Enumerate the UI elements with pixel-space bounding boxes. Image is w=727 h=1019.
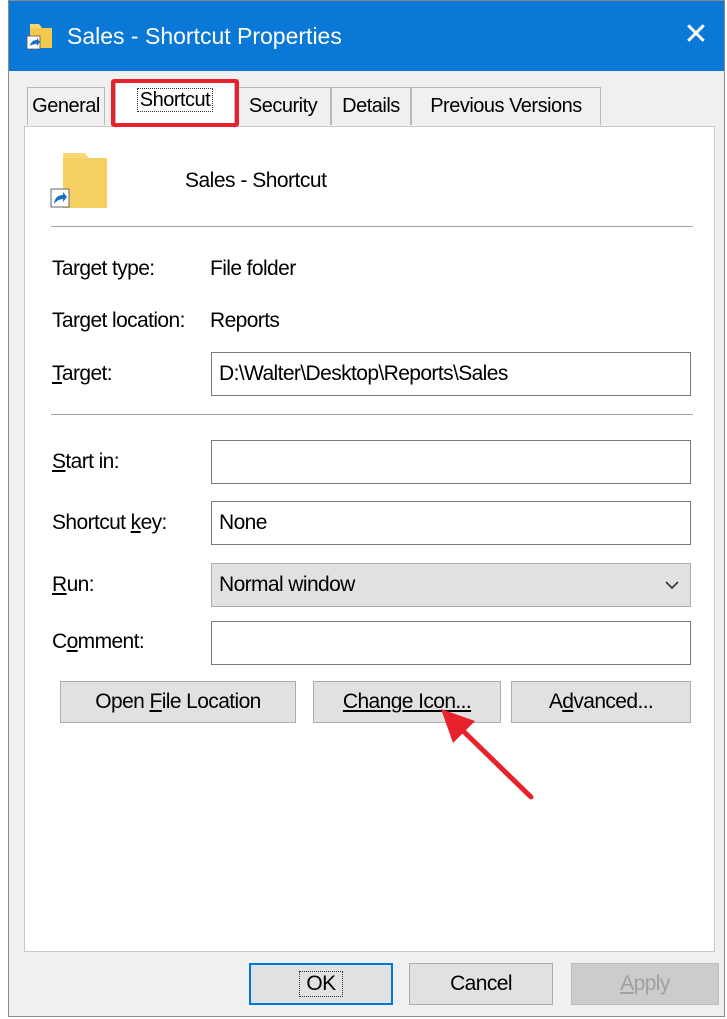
close-button[interactable]: ✕ xyxy=(668,1,724,71)
separator xyxy=(51,414,693,415)
start-in-field[interactable] xyxy=(211,440,691,484)
red-arrow-icon xyxy=(441,709,534,800)
shortcut-tab-panel: Sales - Shortcut Target type: File folde… xyxy=(24,126,715,952)
chevron-down-icon xyxy=(665,581,679,590)
title-bar[interactable]: Sales - Shortcut Properties ✕ xyxy=(9,1,724,71)
close-icon: ✕ xyxy=(683,18,709,51)
comment-field[interactable] xyxy=(211,621,691,665)
target-type-label: Target type: xyxy=(52,257,155,280)
target-type-value: File folder xyxy=(210,257,296,280)
run-select-value: Normal window xyxy=(219,573,355,596)
tab-security[interactable]: Security xyxy=(235,87,331,125)
window-title: Sales - Shortcut Properties xyxy=(67,23,342,49)
shortcut-name: Sales - Shortcut xyxy=(185,169,327,192)
target-location-label: Target location: xyxy=(52,309,185,332)
cancel-button[interactable]: Cancel xyxy=(409,963,553,1005)
shortcut-key-field[interactable]: None xyxy=(211,501,691,545)
open-file-location-button[interactable]: Open File Location xyxy=(60,681,296,723)
run-select[interactable]: Normal window xyxy=(211,563,691,607)
shortcut-tab-highlight xyxy=(111,79,239,127)
ok-button[interactable]: OK xyxy=(249,963,393,1005)
apply-button[interactable]: Apply xyxy=(571,963,719,1005)
properties-dialog: Sales - Shortcut Properties ✕ General Sh… xyxy=(8,0,725,1017)
target-location-value: Reports xyxy=(210,309,280,332)
target-field[interactable]: D:\Walter\Desktop\Reports\Sales xyxy=(211,352,691,396)
start-in-label: Start in: xyxy=(52,450,120,473)
separator xyxy=(51,226,693,227)
folder-shortcut-icon xyxy=(50,153,107,208)
comment-label: Comment: xyxy=(52,630,145,653)
tab-previous-versions[interactable]: Previous Versions xyxy=(411,87,601,125)
run-label: Run: xyxy=(52,573,95,596)
target-label: Target: xyxy=(52,362,113,385)
tab-details[interactable]: Details xyxy=(331,87,411,125)
shortcut-key-label: Shortcut key: xyxy=(52,511,167,534)
tab-general[interactable]: General xyxy=(27,87,105,125)
folder-shortcut-icon xyxy=(26,24,52,50)
